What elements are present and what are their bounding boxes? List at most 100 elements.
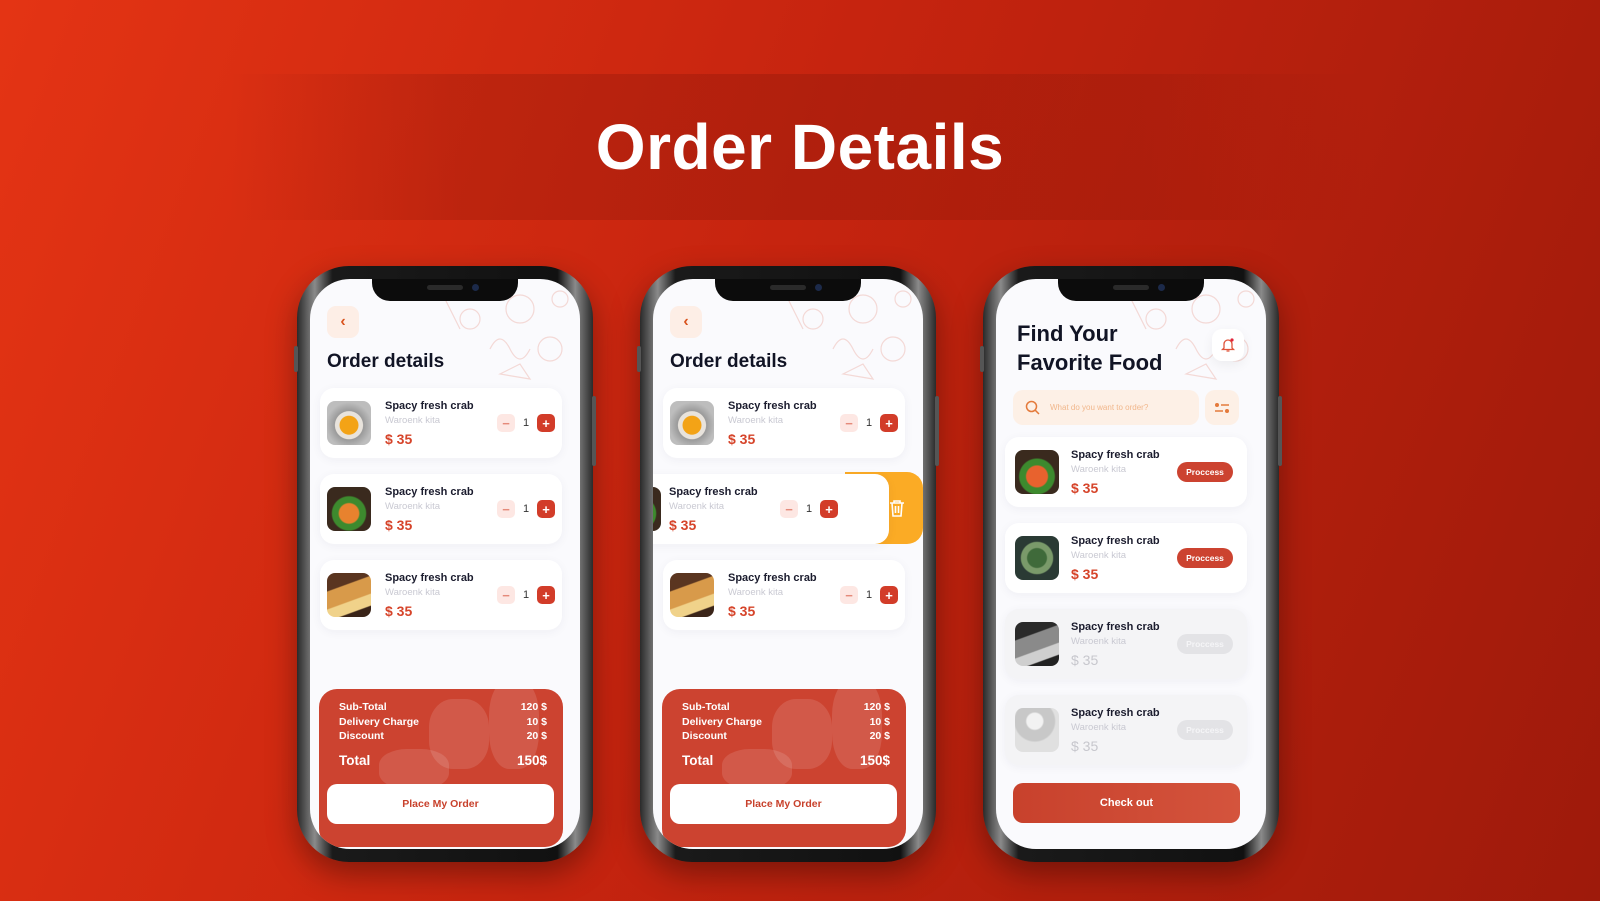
- process-button[interactable]: Proccess: [1177, 462, 1233, 482]
- increase-button[interactable]: +: [880, 586, 898, 604]
- item-name: Spacy fresh crab: [1071, 707, 1160, 719]
- item-shop: Waroenk kita: [728, 587, 784, 598]
- quantity-value: 1: [866, 417, 873, 429]
- item-price: $ 35: [1071, 566, 1099, 582]
- increase-button[interactable]: +: [537, 500, 555, 518]
- search-icon: [1025, 400, 1040, 415]
- delivery-value: 10 $: [869, 716, 890, 728]
- phone-screen: ‹ Order details Spacy fresh crab Waroenk…: [653, 279, 923, 849]
- order-summary-panel: Sub-Total 120 $ Delivery Charge 10 $ Disco…: [319, 689, 563, 847]
- decrease-button[interactable]: −: [840, 586, 858, 604]
- order-item-card: Spacy fresh crab Waroenk kita $ 35 − 1 +: [320, 474, 562, 544]
- subtotal-row: Sub-Total 120 $: [682, 701, 890, 713]
- process-button[interactable]: Proccess: [1177, 548, 1233, 568]
- notification-button[interactable]: [1212, 329, 1244, 361]
- subtotal-label: Sub-Total: [339, 701, 387, 713]
- filter-button[interactable]: [1205, 390, 1239, 425]
- item-price: $ 35: [385, 603, 413, 619]
- decrease-button[interactable]: −: [780, 500, 798, 518]
- food-image: [1015, 450, 1059, 494]
- chevron-left-icon: ‹: [340, 313, 346, 330]
- item-shop: Waroenk kita: [728, 415, 784, 426]
- process-button-disabled[interactable]: Proccess: [1177, 720, 1233, 740]
- increase-button[interactable]: +: [537, 586, 555, 604]
- phone-mockup-find-food: Find Your Favorite Food Spacy fresh crab…: [980, 266, 1282, 862]
- phone-notch: [372, 279, 518, 301]
- food-list-item[interactable]: Spacy fresh crab Waroenk kita $ 35 Procc…: [1005, 437, 1247, 507]
- quantity-value: 1: [866, 589, 873, 601]
- back-button[interactable]: ‹: [327, 306, 359, 338]
- subtotal-value: 120 $: [863, 701, 890, 713]
- order-item-card: Spacy fresh crab Waroenk kita $ 35 − 1 +: [663, 388, 905, 458]
- delivery-row: Delivery Charge 10 $: [682, 716, 890, 728]
- item-name: Spacy fresh crab: [385, 572, 474, 584]
- quantity-value: 1: [806, 503, 813, 515]
- item-name: Spacy fresh crab: [1071, 621, 1160, 633]
- quantity-stepper: − 1 +: [840, 586, 898, 604]
- search-input[interactable]: [1050, 403, 1190, 412]
- total-label: Total: [682, 753, 714, 768]
- food-image: [327, 487, 371, 531]
- increase-button[interactable]: +: [880, 414, 898, 432]
- phone-mockup-order-details: ‹ Order details Spacy fresh crab Waroenk…: [294, 266, 596, 862]
- quantity-stepper: − 1 +: [497, 500, 555, 518]
- total-row: Total 150$: [682, 753, 890, 768]
- item-name: Spacy fresh crab: [1071, 449, 1160, 461]
- food-image: [1015, 622, 1059, 666]
- quantity-stepper: − 1 +: [840, 414, 898, 432]
- order-item-card: Spacy fresh crab Waroenk kita $ 35 − 1 +: [320, 388, 562, 458]
- item-shop: Waroenk kita: [1071, 722, 1127, 733]
- delivery-value: 10 $: [526, 716, 547, 728]
- item-name: Spacy fresh crab: [1071, 535, 1160, 547]
- place-order-button[interactable]: Place My Order: [327, 784, 554, 824]
- item-price: $ 35: [728, 431, 756, 447]
- bell-icon: [1220, 338, 1236, 352]
- quantity-stepper: − 1 +: [780, 500, 838, 518]
- chevron-left-icon: ‹: [683, 313, 689, 330]
- filter-icon: [1215, 402, 1229, 413]
- item-price: $ 35: [669, 517, 697, 533]
- title-line-2: Favorite Food: [1017, 350, 1163, 375]
- item-name: Spacy fresh crab: [728, 572, 817, 584]
- item-price: $ 35: [385, 431, 413, 447]
- phone-screen: ‹ Order details Spacy fresh crab Waroenk…: [310, 279, 580, 849]
- screen-title: Order details: [327, 351, 445, 372]
- decrease-button[interactable]: −: [497, 586, 515, 604]
- discount-row: Discount 20 $: [682, 730, 890, 742]
- order-item-card-swiped[interactable]: Spacy fresh crab Waroenk kita $ 35 − 1 +: [653, 474, 889, 544]
- item-price: $ 35: [1071, 652, 1099, 668]
- item-shop: Waroenk kita: [669, 501, 725, 512]
- item-shop: Waroenk kita: [1071, 464, 1127, 475]
- checkout-button[interactable]: Check out: [1013, 783, 1240, 823]
- food-image: [653, 487, 661, 531]
- subtotal-row: Sub-Total 120 $: [339, 701, 547, 713]
- place-order-button[interactable]: Place My Order: [670, 784, 897, 824]
- quantity-stepper: − 1 +: [497, 414, 555, 432]
- item-name: Spacy fresh crab: [669, 486, 758, 498]
- increase-button[interactable]: +: [537, 414, 555, 432]
- delivery-label: Delivery Charge: [339, 716, 419, 728]
- decrease-button[interactable]: −: [497, 414, 515, 432]
- item-shop: Waroenk kita: [1071, 636, 1127, 647]
- screen-title: Order details: [670, 351, 788, 372]
- quantity-value: 1: [523, 589, 530, 601]
- process-button-disabled[interactable]: Proccess: [1177, 634, 1233, 654]
- decrease-button[interactable]: −: [497, 500, 515, 518]
- item-price: $ 35: [1071, 480, 1099, 496]
- search-bar: [1013, 390, 1199, 425]
- total-value: 150$: [516, 753, 547, 768]
- food-list-item[interactable]: Spacy fresh crab Waroenk kita $ 35 Procc…: [1005, 695, 1247, 765]
- food-list-item[interactable]: Spacy fresh crab Waroenk kita $ 35 Procc…: [1005, 609, 1247, 679]
- item-shop: Waroenk kita: [385, 501, 441, 512]
- food-image: [1015, 536, 1059, 580]
- delivery-label: Delivery Charge: [682, 716, 762, 728]
- increase-button[interactable]: +: [820, 500, 838, 518]
- phone-notch: [1058, 279, 1204, 301]
- discount-value: 20 $: [526, 730, 547, 742]
- item-price: $ 35: [385, 517, 413, 533]
- decrease-button[interactable]: −: [840, 414, 858, 432]
- food-image: [1015, 708, 1059, 752]
- back-button[interactable]: ‹: [670, 306, 702, 338]
- subtotal-value: 120 $: [520, 701, 547, 713]
- food-list-item[interactable]: Spacy fresh crab Waroenk kita $ 35 Procc…: [1005, 523, 1247, 593]
